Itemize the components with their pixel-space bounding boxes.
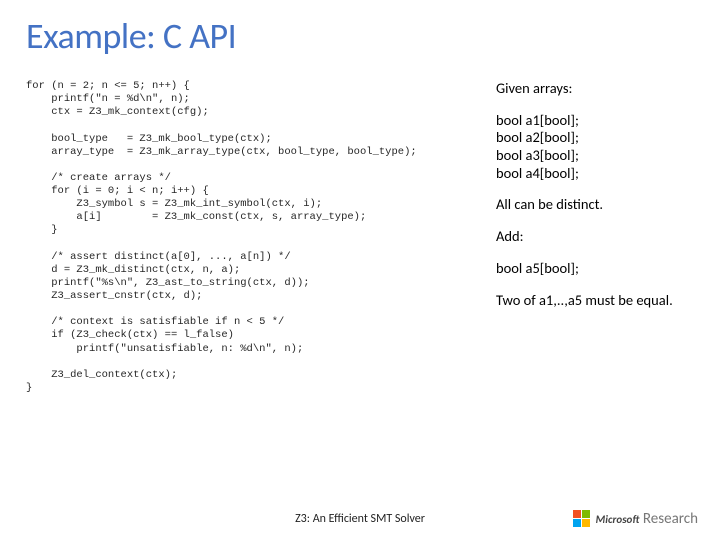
microsoft-icon	[573, 510, 590, 527]
add-label: Add:	[496, 228, 696, 246]
logo-brand: Microsoft	[596, 513, 640, 526]
logo-text-wrap: Microsoft Research	[596, 509, 698, 528]
code-block: for (n = 2; n <= 5; n++) { printf("n = %…	[26, 80, 496, 395]
given-arrays-label: Given arrays:	[496, 80, 696, 98]
slide-title: Example: C API	[0, 0, 720, 58]
a5-declaration: bool a5[bool];	[496, 260, 696, 278]
explanation-column: Given arrays: bool a1[bool]; bool a2[boo…	[496, 80, 696, 395]
slide: Example: C API for (n = 2; n <= 5; n++) …	[0, 0, 720, 540]
array-declarations: bool a1[bool]; bool a2[bool]; bool a3[bo…	[496, 112, 696, 183]
title-prefix: Example:	[26, 14, 163, 58]
microsoft-research-logo: Microsoft Research	[573, 509, 698, 528]
equal-statement: Two of a1,..,a5 must be equal.	[496, 292, 696, 310]
distinct-statement: All can be distinct.	[496, 196, 696, 214]
code-column: for (n = 2; n <= 5; n++) { printf("n = %…	[26, 80, 496, 395]
logo-sub: Research	[643, 510, 698, 528]
slide-body: for (n = 2; n <= 5; n++) { printf("n = %…	[0, 58, 720, 395]
title-main: C API	[163, 14, 236, 58]
